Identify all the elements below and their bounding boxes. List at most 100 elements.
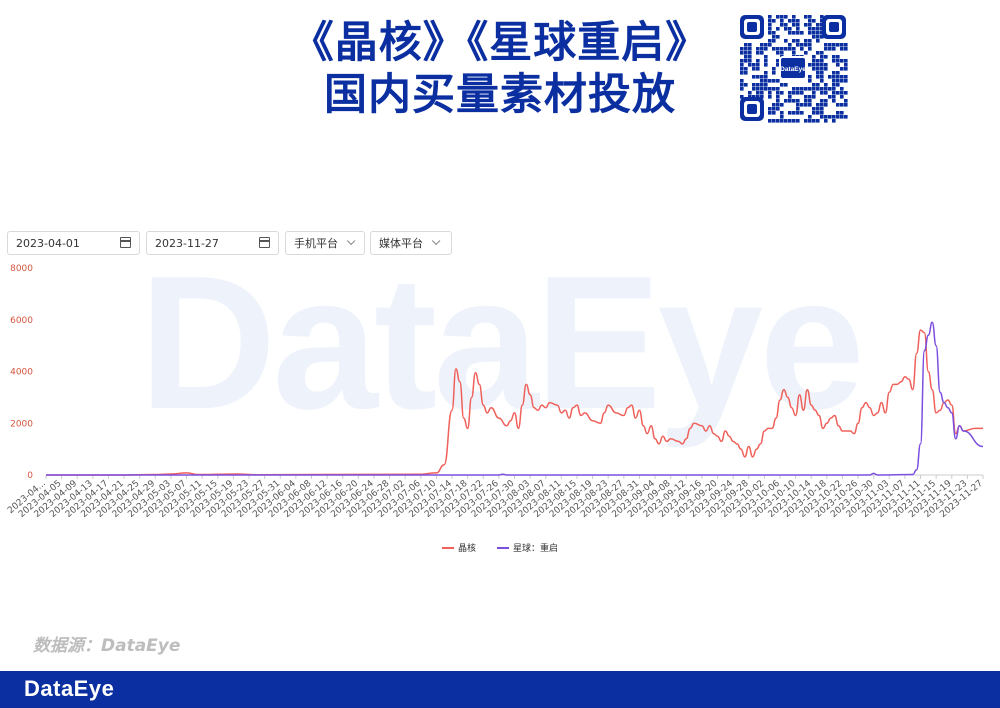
qr-module (788, 27, 792, 31)
qr-module (804, 23, 808, 27)
qr-module (756, 51, 760, 55)
qr-module (760, 51, 764, 55)
chevron-down-icon (431, 236, 441, 246)
qr-module (816, 83, 820, 87)
qr-module (836, 115, 840, 119)
qr-module (812, 67, 816, 71)
qr-module (832, 95, 836, 99)
qr-module (812, 35, 816, 39)
source-note: 数据源：DataEye (33, 636, 181, 656)
qr-module (776, 91, 780, 95)
qr-module (772, 67, 776, 71)
qr-module (748, 63, 752, 67)
qr-module (828, 75, 832, 79)
qr-module (804, 87, 808, 91)
qr-module (820, 55, 824, 59)
watermark: DataEye (139, 258, 861, 449)
qr-module (780, 83, 784, 87)
qr-module (788, 95, 792, 99)
qr-module (796, 43, 800, 47)
qr-module (816, 67, 820, 71)
qr-module (824, 43, 828, 47)
qr-module (744, 83, 748, 87)
qr-module (784, 99, 788, 103)
qr-module (792, 87, 796, 91)
qr-module (772, 35, 776, 39)
qr-module (804, 39, 808, 43)
qr-module (776, 79, 780, 83)
qr-module (832, 75, 836, 79)
qr-module (840, 111, 844, 115)
qr-module (772, 71, 776, 75)
qr-module (768, 31, 772, 35)
qr-module (784, 23, 788, 27)
qr-module (816, 107, 820, 111)
qr-module (840, 79, 844, 83)
qr-module (792, 119, 796, 123)
platform-select[interactable]: 手机平台 (285, 231, 365, 255)
qr-module (760, 91, 764, 95)
footer-bar: DataEye (0, 671, 1000, 708)
qr-module (844, 103, 848, 107)
qr-module (788, 43, 792, 47)
qr-logo-text: DataEye (780, 66, 806, 73)
qr-module (832, 55, 836, 59)
qr-module (832, 87, 836, 91)
qr-module (784, 15, 788, 19)
qr-module (824, 55, 828, 59)
qr-module (776, 47, 780, 51)
qr-module (776, 119, 780, 123)
qr-module (740, 51, 744, 55)
qr-module (784, 119, 788, 123)
qr-finder-bottom-left (740, 97, 764, 121)
qr-module (756, 91, 760, 95)
qr-module (812, 59, 816, 63)
qr-module (796, 91, 800, 95)
qr-module (776, 103, 780, 107)
qr-module (788, 99, 792, 103)
qr-module (828, 95, 832, 99)
qr-module (804, 119, 808, 123)
qr-module (808, 23, 812, 27)
qr-module (820, 79, 824, 83)
qr-module (740, 79, 744, 83)
qr-module (768, 43, 772, 47)
qr-module (776, 99, 780, 103)
qr-module (776, 107, 780, 111)
qr-module (796, 19, 800, 23)
qr-module (780, 19, 784, 23)
qr-module (828, 47, 832, 51)
qr-module (808, 39, 812, 43)
qr-module (836, 79, 840, 83)
qr-module (776, 87, 780, 91)
qr-module (796, 27, 800, 31)
qr-module (820, 107, 824, 111)
qr-module (768, 15, 772, 19)
qr-finder-top-right (822, 15, 846, 39)
qr-module (800, 111, 804, 115)
qr-module (844, 91, 848, 95)
qr-module (792, 31, 796, 35)
qr-module (808, 27, 812, 31)
qr-module (764, 87, 768, 91)
qr-module (804, 103, 808, 107)
qr-module (812, 119, 816, 123)
qr-code: DataEye (738, 13, 848, 123)
qr-module (772, 31, 776, 35)
qr-module (768, 107, 772, 111)
qr-module (780, 103, 784, 107)
qr-module (756, 47, 760, 51)
qr-module (808, 75, 812, 79)
qr-module (820, 59, 824, 63)
qr-module (836, 103, 840, 107)
qr-module (788, 111, 792, 115)
media-select[interactable]: 媒体平台 (370, 231, 452, 255)
qr-module (808, 19, 812, 23)
end-date-picker[interactable]: 2023-11-27 (146, 231, 279, 255)
qr-module (792, 51, 796, 55)
qr-module (760, 87, 764, 91)
qr-module (792, 91, 796, 95)
start-date-picker[interactable]: 2023-04-01 (7, 231, 140, 255)
qr-module (844, 115, 848, 119)
qr-module (816, 103, 820, 107)
